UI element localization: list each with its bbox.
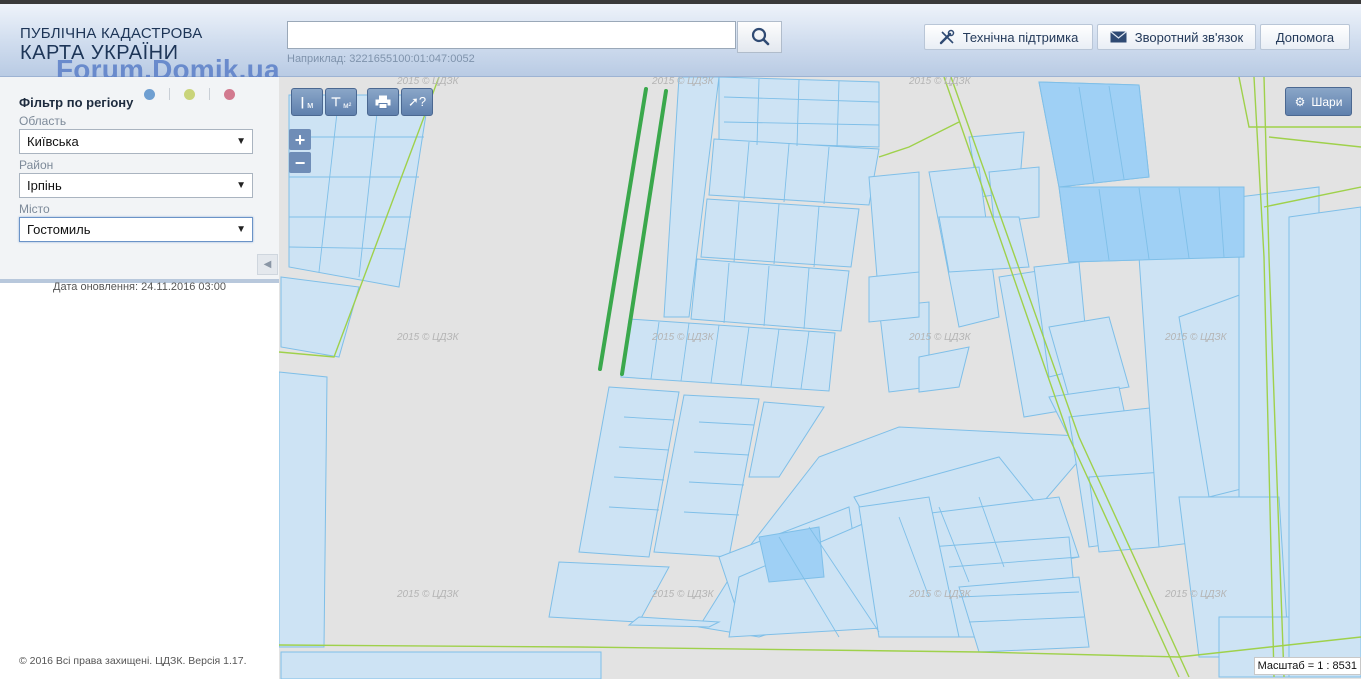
blue-dot[interactable] xyxy=(144,88,155,100)
svg-text:2015 © ЦДЗК: 2015 © ЦДЗК xyxy=(396,589,460,600)
district-value: Ірпінь xyxy=(27,178,62,193)
ruler-icon: | xyxy=(300,95,305,109)
city-select[interactable]: Гостомиль ▼ xyxy=(19,217,253,242)
dropdown-arrow-icon: ▼ xyxy=(236,224,246,235)
identify-button[interactable]: ➚? xyxy=(401,88,433,116)
svg-text:2015 © ЦДЗК: 2015 © ЦДЗК xyxy=(1164,589,1228,600)
left-panel: Фільтр по регіону Область Київська ▼ Рай… xyxy=(0,77,279,679)
collapse-panel-button[interactable]: ◀ xyxy=(257,254,278,275)
layers-label: Шари xyxy=(1311,94,1343,109)
svg-text:2015 © ЦДЗК: 2015 © ЦДЗК xyxy=(1164,332,1228,343)
dropdown-arrow-icon: ▼ xyxy=(236,180,246,191)
svg-text:2015 © ЦДЗК: 2015 © ЦДЗК xyxy=(396,332,460,343)
help-label: Допомога xyxy=(1275,29,1335,45)
red-dot[interactable] xyxy=(224,88,235,100)
dot-separator xyxy=(169,88,170,100)
search-input[interactable] xyxy=(287,21,736,49)
app-title-line1: ПУБЛІЧНА КАДАСТРОВА xyxy=(20,25,203,42)
region-select[interactable]: Київська ▼ xyxy=(19,129,253,154)
yellow-dot[interactable] xyxy=(184,88,195,100)
zoom-out-button[interactable]: − xyxy=(289,152,311,173)
svg-text:2015 © ЦДЗК: 2015 © ЦДЗК xyxy=(651,589,715,600)
pointer-question-icon: ➚? xyxy=(407,94,427,109)
city-value: Гостомиль xyxy=(27,222,91,237)
dropdown-arrow-icon: ▼ xyxy=(236,136,246,147)
svg-text:2015 © ЦДЗК: 2015 © ЦДЗК xyxy=(651,77,715,87)
gear-icon: ⚙ xyxy=(1294,94,1306,109)
tools-icon xyxy=(939,29,954,45)
support-label: Технічна підтримка xyxy=(962,29,1079,45)
city-label: Місто xyxy=(19,202,50,216)
copyright: © 2016 Всі права захищені. ЦДЗК. Версія … xyxy=(19,655,247,667)
search-icon xyxy=(751,27,770,46)
cadastral-map[interactable]: 2015 © ЦДЗК 2015 © ЦДЗК 2015 © ЦДЗК 2015… xyxy=(279,77,1361,679)
envelope-icon xyxy=(1109,31,1127,43)
region-label: Область xyxy=(19,114,67,128)
district-label: Район xyxy=(19,158,54,172)
chevron-left-icon: ◀ xyxy=(263,259,272,270)
status-dots xyxy=(144,88,235,100)
district-select[interactable]: Ірпінь ▼ xyxy=(19,173,253,198)
region-value: Київська xyxy=(27,134,79,149)
svg-text:2015 © ЦДЗК: 2015 © ЦДЗК xyxy=(651,332,715,343)
area-icon: ⊤ xyxy=(330,95,342,109)
map-canvas[interactable]: 2015 © ЦДЗК 2015 © ЦДЗК 2015 © ЦДЗК 2015… xyxy=(279,77,1361,679)
feedback-button[interactable]: Зворотний зв'язок xyxy=(1097,24,1256,50)
search-button[interactable] xyxy=(737,21,782,53)
printer-icon xyxy=(375,95,391,109)
svg-text:2015 © ЦДЗК: 2015 © ЦДЗК xyxy=(908,77,972,87)
support-button[interactable]: Технічна підтримка xyxy=(924,24,1093,50)
dot-separator xyxy=(209,88,210,100)
svg-text:2015 © ЦДЗК: 2015 © ЦДЗК xyxy=(908,589,972,600)
layers-button[interactable]: ⚙ Шари xyxy=(1285,87,1352,116)
update-date: Дата оновлення: 24.11.2016 03:00 xyxy=(53,281,226,293)
search-example: Наприклад: 3221655100:01:047:0052 xyxy=(287,53,475,65)
area-unit: м² xyxy=(343,100,352,110)
map-scale: Масштаб = 1 : 8531 xyxy=(1253,657,1361,675)
svg-text:2015 © ЦДЗК: 2015 © ЦДЗК xyxy=(908,332,972,343)
app-header: ПУБЛІЧНА КАДАСТРОВА КАРТА УКРАЇНИ Forum.… xyxy=(0,4,1361,85)
region-filter: Фільтр по регіону Область Київська ▼ Рай… xyxy=(0,77,279,283)
print-button[interactable] xyxy=(367,88,399,116)
zoom-in-button[interactable]: + xyxy=(289,129,311,150)
filter-title: Фільтр по регіону xyxy=(19,95,134,110)
ruler-unit: м xyxy=(307,100,314,110)
feedback-label: Зворотний зв'язок xyxy=(1134,29,1244,45)
svg-text:2015 © ЦДЗК: 2015 © ЦДЗК xyxy=(396,77,460,87)
help-button[interactable]: Допомога xyxy=(1260,24,1350,50)
ruler-tool-button[interactable]: | м xyxy=(291,88,323,116)
area-tool-button[interactable]: ⊤ м² xyxy=(325,88,357,116)
